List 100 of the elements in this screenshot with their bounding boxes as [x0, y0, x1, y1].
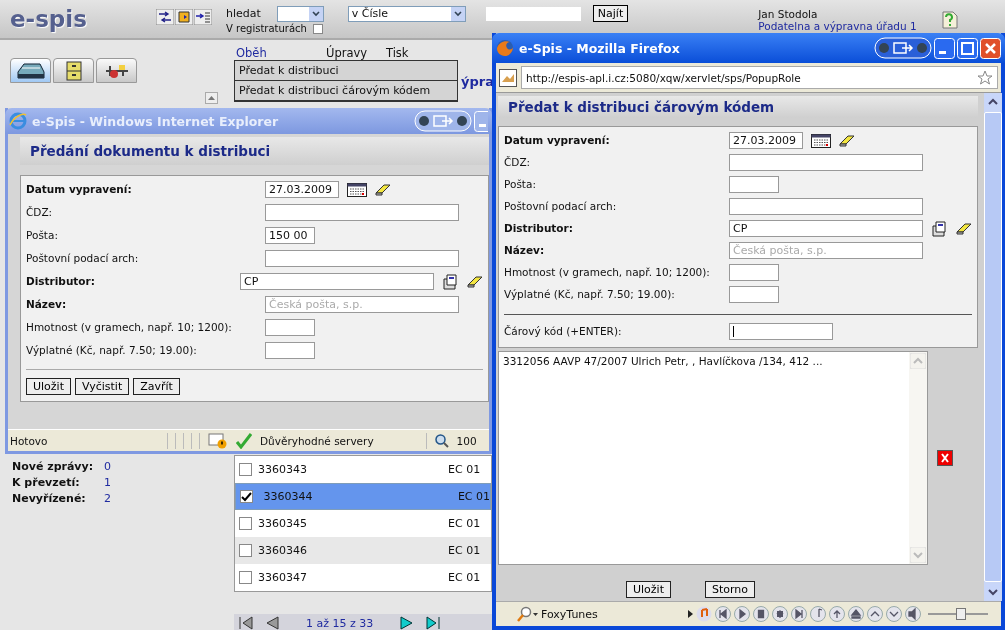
user-office[interactable]: Podatelna a výpravna úřadu 1	[758, 20, 917, 32]
first-page-icon[interactable]	[238, 616, 254, 630]
printer-icon[interactable]	[931, 220, 948, 237]
chevron-down-icon[interactable]	[308, 6, 323, 21]
globe-e-icon	[9, 112, 27, 130]
input-field[interactable]	[729, 198, 923, 215]
chevron-down-icon[interactable]	[450, 6, 465, 21]
dialog-button[interactable]: Uložit	[626, 581, 671, 598]
previous-page-icon[interactable]	[264, 616, 280, 630]
upload-icon[interactable]	[829, 606, 845, 622]
table-row[interactable]: 3360344 EC 01	[235, 483, 491, 510]
pause-icon[interactable]	[753, 606, 769, 622]
last-page-icon[interactable]	[425, 616, 442, 630]
tray-icon	[15, 61, 46, 80]
nav-tab[interactable]	[96, 58, 137, 83]
dialog-button[interactable]: Zavřít	[133, 378, 180, 395]
printer-icon[interactable]	[442, 273, 459, 290]
input-field[interactable]	[729, 286, 779, 303]
field-label: Název:	[504, 243, 546, 256]
eject-icon[interactable]	[848, 606, 864, 622]
help-icon[interactable]	[941, 11, 958, 29]
maximize-icon[interactable]	[957, 37, 978, 59]
zoom-icon[interactable]	[434, 433, 449, 448]
menu-entry[interactable]: Předat k distribuci čárovým kódem	[235, 81, 457, 101]
input-field[interactable]	[265, 204, 459, 221]
barcode-field[interactable]	[729, 323, 833, 340]
dialog-button[interactable]: Vyčistit	[75, 378, 130, 395]
stat-label: Nové zprávy:	[12, 460, 95, 473]
stat-value[interactable]: 0	[104, 460, 111, 473]
list-item[interactable]: 3312056 AAVP 47/2007 Ulrich Petr, , Havlíčkova /134, 412 ...	[499, 352, 827, 564]
list-box[interactable]: 3312056 AAVP 47/2007 Ulrich Petr, , Havlíčkova /134, 412 ...	[498, 351, 928, 565]
eraser-icon[interactable]	[467, 275, 483, 288]
minimize-icon[interactable]	[934, 37, 955, 59]
field-label: Výplatné (Kč, např. 7.50; 19.00):	[26, 343, 198, 356]
address-field[interactable]: http://espis-apl.i.cz:5080/xqw/xervlet/sps/PopupRole	[521, 66, 998, 89]
next-icon[interactable]	[791, 606, 807, 622]
input-field[interactable]: 150 00	[265, 227, 315, 244]
speaker-icon[interactable]	[905, 606, 921, 622]
checkbox[interactable]	[239, 571, 252, 584]
checkbox[interactable]	[312, 23, 323, 34]
checkbox[interactable]	[240, 490, 253, 503]
warning-icon[interactable]	[208, 432, 228, 449]
table-cell-text: 3360344	[263, 490, 314, 503]
star-icon[interactable]	[977, 69, 993, 86]
menu-item[interactable]: Tisk	[386, 46, 476, 60]
input-field[interactable]: CP	[240, 273, 434, 290]
checkbox[interactable]	[239, 463, 252, 476]
dialog-button[interactable]: Storno	[705, 581, 756, 598]
find-button[interactable]: Najít	[592, 5, 629, 22]
input-field[interactable]	[265, 342, 315, 359]
play-small-icon[interactable]	[688, 610, 693, 618]
zoom-level[interactable]: 100	[456, 434, 477, 447]
scrollbar[interactable]	[984, 93, 1002, 601]
scroll-up-icon[interactable]	[205, 92, 218, 104]
checkbox[interactable]	[239, 517, 252, 530]
down-icon[interactable]	[886, 606, 902, 622]
table-cell: EC 01	[448, 517, 481, 530]
delete-icon[interactable]	[937, 450, 953, 466]
dropdown[interactable]: v Čísle	[347, 5, 466, 22]
menu-entry[interactable]: Předat k distribuci	[235, 61, 457, 81]
pill-icon[interactable]	[874, 37, 932, 59]
table-row[interactable]: 3360347 EC 01	[235, 564, 491, 591]
field-label: Distributor:	[26, 274, 96, 287]
close-icon[interactable]	[980, 37, 1001, 59]
search-icon[interactable]	[516, 606, 538, 622]
nav-tab[interactable]	[10, 58, 51, 83]
search-field[interactable]	[485, 6, 581, 21]
checkbox[interactable]	[239, 544, 252, 557]
checkmark-icon	[236, 432, 252, 449]
up-icon[interactable]	[867, 606, 883, 622]
stat-value[interactable]: 2	[104, 492, 111, 505]
eraser-icon[interactable]	[839, 134, 855, 147]
dialog-button[interactable]: Uložit	[26, 378, 71, 395]
nav-tab[interactable]	[53, 58, 94, 83]
calendar-icon[interactable]	[811, 133, 831, 148]
input-field[interactable]	[729, 264, 779, 281]
previous-icon[interactable]	[715, 606, 731, 622]
eraser-icon[interactable]	[375, 183, 391, 196]
table-cell: EC 01	[457, 490, 490, 503]
table-row[interactable]: 3360343 EC 01	[235, 456, 491, 483]
eraser-icon[interactable]	[956, 222, 972, 235]
input-field[interactable]	[265, 319, 315, 336]
input-field[interactable]	[729, 176, 779, 193]
stop-icon[interactable]	[772, 606, 788, 622]
list-arrow-icon[interactable]	[194, 9, 212, 25]
date-field[interactable]: 27.03.2009	[729, 132, 803, 149]
table-row[interactable]: 3360346 EC 01	[235, 537, 491, 564]
menu-item[interactable]: Oběh	[236, 46, 326, 60]
stat-value[interactable]: 1	[104, 476, 111, 489]
date-field[interactable]: 27.03.2009	[265, 181, 339, 198]
table-row[interactable]: 3360345 EC 01	[235, 510, 491, 537]
calendar-icon[interactable]	[347, 182, 367, 197]
input-field[interactable]: CP	[729, 220, 923, 237]
slider-thumb[interactable]	[956, 608, 966, 620]
menu-item[interactable]: Úpravy	[326, 46, 386, 60]
swap-icon[interactable]	[156, 9, 174, 25]
status-text: Hotovo	[9, 434, 49, 447]
input-field[interactable]	[265, 250, 459, 267]
input-field[interactable]	[729, 154, 923, 171]
play-icon[interactable]	[734, 606, 750, 622]
